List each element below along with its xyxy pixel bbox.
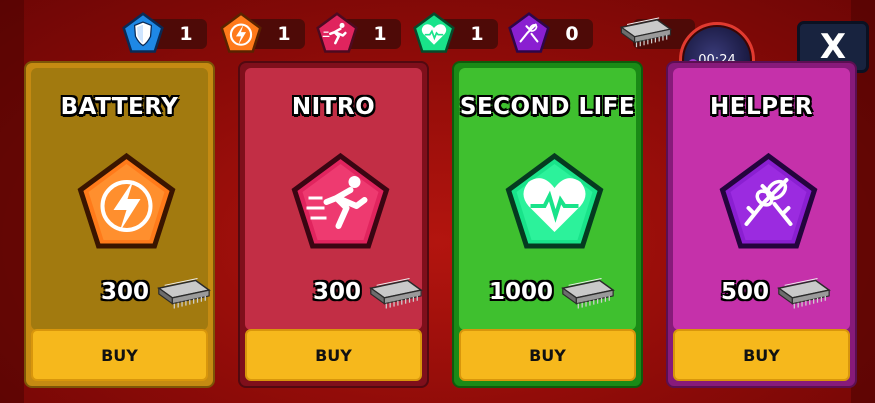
buy-button[interactable]: BUY xyxy=(459,329,636,381)
price: 1000 xyxy=(488,279,553,305)
buy-button[interactable]: BUY xyxy=(31,329,208,381)
card-title: NITRO xyxy=(291,94,376,120)
card-panel: NITRO 300 xyxy=(245,68,422,330)
price-row: 500 xyxy=(673,272,850,312)
chip-icon xyxy=(370,277,422,310)
inventory-count: 1 xyxy=(470,23,484,45)
runner-icon xyxy=(291,152,390,249)
inventory-count: 1 xyxy=(179,23,193,45)
card-panel: SECOND LIFE 1000 xyxy=(459,68,636,330)
buy-button[interactable]: BUY xyxy=(245,329,422,381)
shop-card-battery: BATTERY 300 BUY xyxy=(24,61,215,388)
inventory-count: 1 xyxy=(373,23,387,45)
shop-card-nitro: NITRO 300 BUY xyxy=(238,61,429,388)
heart-icon xyxy=(505,152,604,249)
lightning-icon xyxy=(77,152,176,249)
handshake-icon xyxy=(719,152,818,249)
shop-card-helper: HELPER 500 BUY xyxy=(666,61,857,388)
price-row: 300 xyxy=(245,272,422,312)
card-title: HELPER xyxy=(710,94,813,120)
card-title: BATTERY xyxy=(60,94,179,120)
shield-icon xyxy=(122,12,164,53)
card-title: SECOND LIFE xyxy=(459,94,636,120)
top-hud: 1 1 1 1 0 X xyxy=(0,12,875,98)
shop-card-second-life: SECOND LIFE 1000 BUY xyxy=(452,61,643,388)
chip-icon xyxy=(778,277,830,310)
heart-icon xyxy=(413,12,455,53)
inventory-count: 1 xyxy=(277,23,291,45)
price-row: 1000 xyxy=(459,272,636,312)
price: 300 xyxy=(100,279,149,305)
card-panel: HELPER 500 xyxy=(673,68,850,330)
left-edge-shade xyxy=(0,0,24,403)
price: 300 xyxy=(312,279,361,305)
price: 500 xyxy=(720,279,769,305)
handshake-icon xyxy=(508,12,550,53)
buy-button[interactable]: BUY xyxy=(673,329,850,381)
runner-icon xyxy=(316,12,358,53)
chip-icon xyxy=(158,277,210,310)
inventory-count: 0 xyxy=(565,23,579,45)
lightning-icon xyxy=(220,12,262,53)
card-panel: BATTERY 300 xyxy=(31,68,210,330)
chip-icon xyxy=(562,277,614,310)
chip-icon xyxy=(620,17,672,48)
price-row: 300 xyxy=(31,272,210,312)
